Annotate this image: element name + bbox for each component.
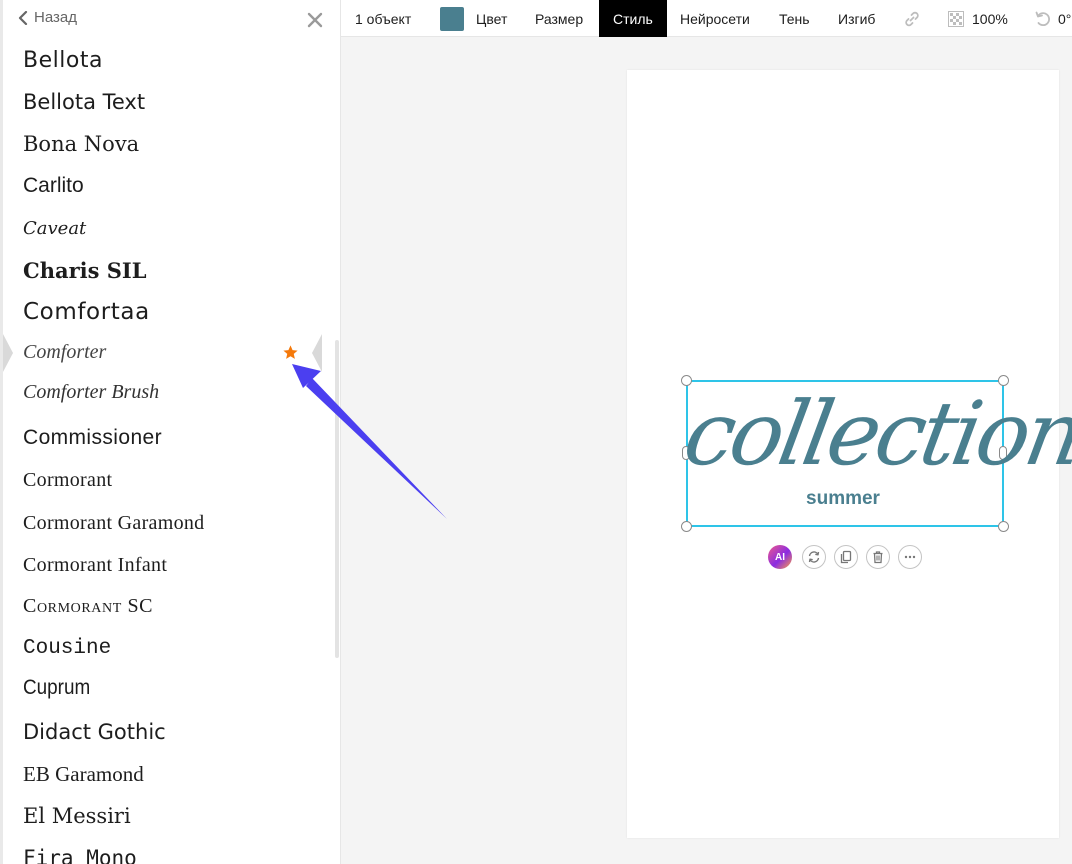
canvas-subtitle-text[interactable]: summer: [686, 487, 1000, 511]
font-item[interactable]: Comforter: [0, 332, 340, 372]
size-button[interactable]: Размер: [535, 0, 583, 37]
neural-networks-button[interactable]: Нейросети: [680, 0, 750, 37]
opacity-button[interactable]: 100%: [948, 0, 1008, 37]
rotate-icon: [1035, 11, 1050, 26]
font-item[interactable]: Bellota: [0, 40, 340, 80]
font-item-label: EB Garamond: [23, 761, 144, 786]
font-item-label: Fira Mono: [23, 846, 137, 864]
font-item[interactable]: Cormorant Infant: [0, 545, 340, 585]
font-item[interactable]: El Messiri: [0, 796, 340, 836]
font-item[interactable]: Didact Gothic: [0, 712, 340, 752]
delete-button[interactable]: [866, 545, 890, 569]
canvas-script-text[interactable]: collection: [676, 378, 1072, 490]
close-button[interactable]: [305, 10, 325, 30]
rotate-value: 0°: [1058, 10, 1072, 27]
more-button[interactable]: [898, 545, 922, 569]
font-item-label: Cuprum: [23, 676, 91, 699]
font-item[interactable]: Carlito: [0, 166, 340, 206]
font-item-label: Carlito: [23, 174, 84, 197]
font-item[interactable]: Cormorant SC: [0, 586, 340, 626]
font-item-label: Bellota: [23, 47, 103, 73]
font-item-label: Charis SIL: [23, 257, 147, 283]
scrollbar[interactable]: [335, 340, 339, 658]
font-item-label: Cormorant Garamond: [23, 511, 205, 534]
font-item-label: Comforter: [23, 340, 107, 363]
font-item[interactable]: Cormorant: [0, 460, 340, 500]
font-item[interactable]: EB Garamond: [0, 754, 340, 794]
bend-button[interactable]: Изгиб: [838, 0, 875, 37]
back-button-label: Назад: [34, 9, 77, 26]
color-label: Цвет: [476, 10, 508, 27]
shadow-button[interactable]: Тень: [779, 0, 810, 37]
font-item[interactable]: Comforter Brush: [0, 372, 340, 412]
ellipsis-icon: [904, 555, 916, 559]
font-item-label: Comfortaa: [23, 299, 150, 325]
toolbar: 1 объект Цвет Размер Стиль Нейросети Тен…: [341, 0, 1072, 37]
font-item-label: Bona Nova: [23, 132, 140, 156]
font-item[interactable]: Bellota Text: [0, 82, 340, 122]
font-item[interactable]: Cousine: [0, 628, 340, 668]
font-item-label: El Messiri: [23, 804, 131, 828]
close-icon: [307, 12, 323, 28]
font-item-label: Comforter Brush: [23, 380, 160, 403]
back-button[interactable]: Назад: [18, 9, 77, 26]
resize-handle-top-left[interactable]: [681, 375, 692, 386]
font-item[interactable]: Cuprum: [0, 668, 340, 708]
font-item[interactable]: Commissioner: [0, 418, 340, 458]
font-item[interactable]: Caveat: [0, 208, 340, 248]
font-item[interactable]: Fira Mono: [0, 838, 340, 864]
replace-button[interactable]: [802, 545, 826, 569]
color-swatch: [440, 6, 464, 31]
opacity-checker-icon: [948, 10, 964, 27]
font-item[interactable]: Bona Nova: [0, 124, 340, 164]
font-item[interactable]: Charis SIL: [0, 250, 340, 290]
favorite-star-icon[interactable]: [282, 344, 299, 361]
font-item[interactable]: Comfortaa: [0, 292, 340, 332]
duplicate-button[interactable]: [834, 545, 858, 569]
rotate-button[interactable]: 0°: [1034, 0, 1071, 37]
ai-button[interactable]: AI: [768, 545, 792, 569]
ai-icon: AI: [775, 551, 785, 563]
font-item-label: Cousine: [23, 636, 112, 660]
font-item-label: Cormorant SC: [23, 594, 154, 617]
opacity-value: 100%: [972, 10, 1008, 27]
font-panel-header: Назад: [0, 0, 340, 38]
resize-handle-bottom-left[interactable]: [681, 521, 692, 532]
copy-icon: [840, 550, 852, 564]
chevron-left-icon: [18, 10, 28, 25]
color-button[interactable]: Цвет: [440, 0, 507, 37]
font-item[interactable]: Cormorant Garamond: [0, 503, 340, 543]
font-item-label: Cormorant Infant: [23, 553, 168, 576]
link-icon: [905, 11, 919, 26]
swap-icon: [808, 551, 820, 563]
style-button[interactable]: Стиль: [599, 0, 667, 37]
object-count: 1 объект: [355, 10, 412, 27]
font-panel: Назад Bellota Bellota Text Bona Nova Carlit…: [0, 0, 341, 864]
font-item-label: Bellota Text: [23, 90, 146, 114]
font-item-label: Didact Gothic: [23, 720, 166, 744]
font-item-label: Caveat: [23, 217, 87, 239]
font-item-label: Commissioner: [23, 426, 162, 449]
font-item-label: Cormorant: [23, 468, 113, 491]
trash-icon: [873, 551, 883, 564]
link-button[interactable]: [903, 0, 921, 37]
resize-handle-bottom-right[interactable]: [998, 521, 1009, 532]
